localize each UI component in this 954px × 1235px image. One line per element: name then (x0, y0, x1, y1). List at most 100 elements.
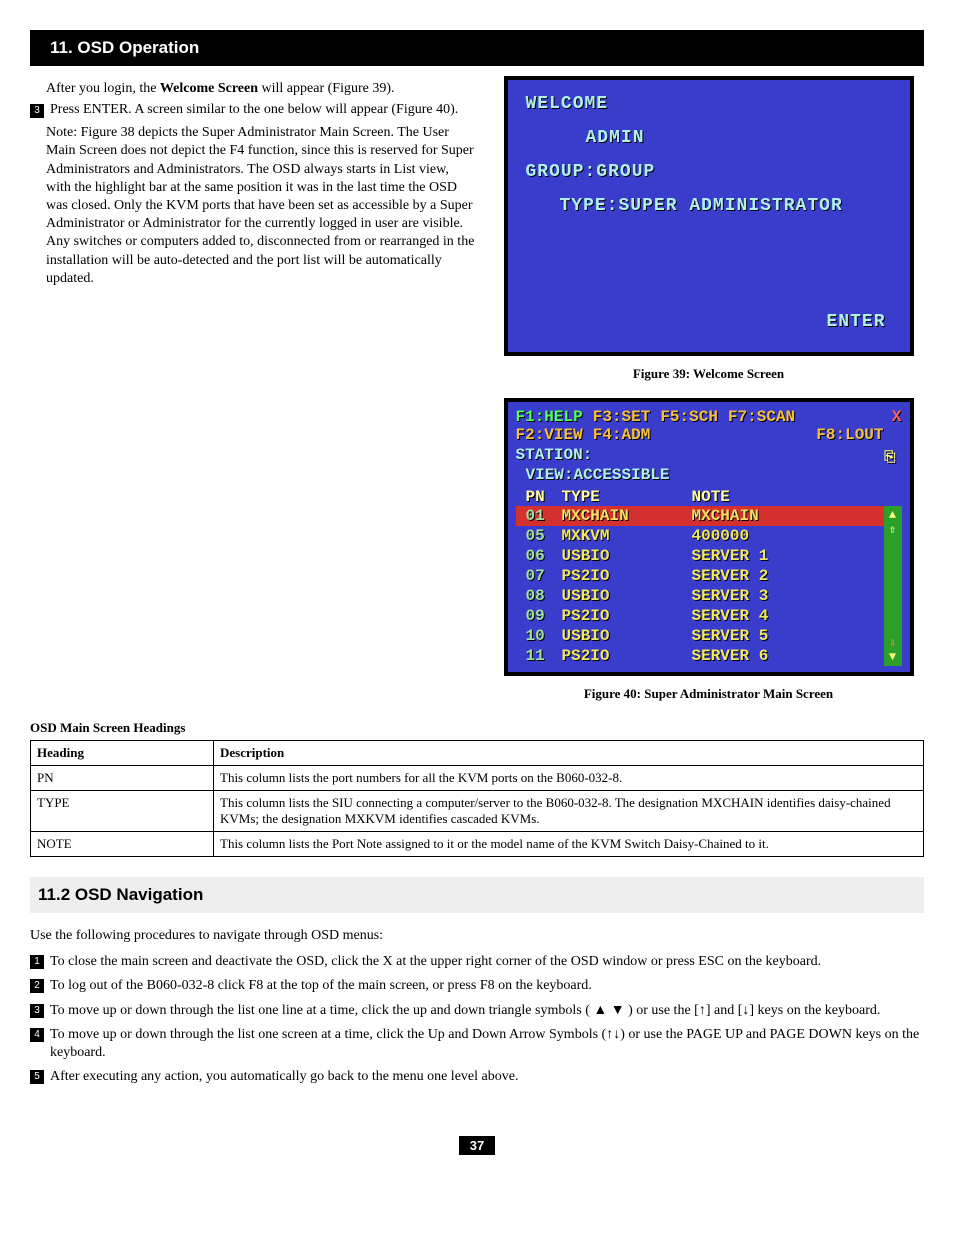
nav-intro: Use the following procedures to navigate… (30, 927, 924, 945)
port-number: 11 (516, 647, 562, 665)
heading-cell: PN (31, 766, 214, 791)
nav-step-text: To move up or down through the list one … (50, 1026, 924, 1062)
heading-cell: NOTE (31, 832, 214, 857)
nav-step: 4 To move up or down through the list one… (30, 1026, 924, 1062)
port-note: SERVER 1 (692, 547, 884, 565)
port-note: SERVER 5 (692, 627, 884, 645)
intro-before: After you login, the (46, 81, 160, 96)
figure-40-caption: Figure 40: Super Administrator Main Scre… (584, 686, 833, 702)
port-type: MXKVM (562, 527, 692, 545)
f8-lout[interactable]: F8:LOUT (816, 426, 883, 444)
hdr-type: TYPE (562, 488, 692, 506)
nav-step: 1 To close the main screen and deactivate… (30, 953, 924, 971)
f2-view[interactable]: F2:VIEW (516, 426, 583, 444)
step-number-icon: 1 (30, 955, 44, 969)
subsection-header: 11.2 OSD Navigation (30, 877, 924, 913)
step-3: 3 Press ENTER. A screen similar to the o… (30, 102, 477, 118)
table-row: TYPEThis column lists the SIU connecting… (31, 791, 924, 832)
port-type: USBIO (562, 627, 692, 645)
logout-icon[interactable]: ⎘ (884, 450, 895, 466)
step-number-icon: 3 (30, 104, 44, 118)
nav-step: 5 After executing any action, you automat… (30, 1068, 924, 1086)
port-number: 06 (516, 547, 562, 565)
osd-port-row[interactable]: 05MXKVM400000 (516, 526, 884, 546)
step-3-text: Press ENTER. A screen similar to the one… (50, 102, 458, 118)
port-note: SERVER 4 (692, 607, 884, 625)
osd-port-row[interactable]: 08USBIOSERVER 3 (516, 586, 884, 606)
port-note: MXCHAIN (692, 507, 884, 525)
intro-after: will appear (Figure 39). (258, 81, 394, 96)
osd-station-line: STATION: (516, 446, 902, 464)
nav-step-text: To close the main screen and deactivate … (50, 953, 821, 971)
port-number: 08 (516, 587, 562, 605)
port-note: SERVER 6 (692, 647, 884, 665)
table-row: PNThis column lists the port numbers for… (31, 766, 924, 791)
close-icon[interactable]: X (892, 408, 902, 426)
scroll-up-icon[interactable]: ▲ (889, 508, 896, 522)
heading-cell: TYPE (31, 791, 214, 832)
scroll-down-arrow-icon[interactable]: ⇩ (889, 636, 896, 650)
osd-port-row[interactable]: 06USBIOSERVER 1 (516, 546, 884, 566)
description-cell: This column lists the Port Note assigned… (214, 832, 924, 857)
step-number-icon: 5 (30, 1070, 44, 1084)
nav-step-text: To log out of the B060-032-8 click F8 at… (50, 977, 592, 995)
page-number: 37 (459, 1136, 495, 1155)
osd-enter-button[interactable]: ENTER (826, 312, 885, 332)
step-number-icon: 2 (30, 979, 44, 993)
port-type: PS2IO (562, 567, 692, 585)
f3-set[interactable]: F3:SET (593, 408, 651, 426)
port-type: USBIO (562, 587, 692, 605)
osd-welcome-group: GROUP:GROUP (526, 162, 892, 182)
headings-title: OSD Main Screen Headings (30, 720, 924, 736)
scroll-up-arrow-icon[interactable]: ⇧ (889, 522, 896, 537)
port-note: SERVER 2 (692, 567, 884, 585)
port-number: 05 (516, 527, 562, 545)
scroll-down-icon[interactable]: ▼ (889, 650, 896, 664)
intro-bold: Welcome Screen (160, 81, 258, 96)
nav-step: 2 To log out of the B060-032-8 click F8 a… (30, 977, 924, 995)
f7-scan[interactable]: F7:SCAN (728, 408, 795, 426)
port-number: 07 (516, 567, 562, 585)
note-block: Note: Figure 38 depicts the Super Admini… (46, 124, 477, 288)
port-type: PS2IO (562, 607, 692, 625)
f4-adm[interactable]: F4:ADM (593, 426, 651, 444)
f1-help[interactable]: F1:HELP (516, 408, 583, 426)
intro-line: After you login, the Welcome Screen will… (46, 80, 477, 98)
description-cell: This column lists the port numbers for a… (214, 766, 924, 791)
port-number: 09 (516, 607, 562, 625)
nav-step-text: To move up or down through the list one … (50, 1002, 880, 1020)
description-cell: This column lists the SIU connecting a c… (214, 791, 924, 832)
osd-port-row[interactable]: 01MXCHAINMXCHAIN (516, 506, 884, 526)
osd-welcome-user: ADMIN (526, 128, 892, 148)
osd-port-row[interactable]: 11PS2IOSERVER 6 (516, 646, 884, 666)
osd-port-row[interactable]: 07PS2IOSERVER 2 (516, 566, 884, 586)
step-number-icon: 3 (30, 1004, 44, 1018)
port-number: 10 (516, 627, 562, 645)
th-heading: Heading (31, 741, 214, 766)
hdr-note: NOTE (692, 488, 902, 506)
osd-scrollbar[interactable]: ▲ ⇧ ⇩ ▼ (884, 506, 902, 666)
step-number-icon: 4 (30, 1028, 44, 1042)
hdr-pn: PN (516, 488, 562, 506)
port-type: PS2IO (562, 647, 692, 665)
nav-step: 3 To move up or down through the list one… (30, 1002, 924, 1020)
section-header: 11. OSD Operation (30, 30, 924, 66)
port-type: USBIO (562, 547, 692, 565)
osd-port-row[interactable]: 09PS2IOSERVER 4 (516, 606, 884, 626)
th-description: Description (214, 741, 924, 766)
port-note: SERVER 3 (692, 587, 884, 605)
f5-sch[interactable]: F5:SCH (660, 408, 718, 426)
osd-port-row[interactable]: 10USBIOSERVER 5 (516, 626, 884, 646)
osd-welcome-screen: WELCOME ADMIN GROUP:GROUP TYPE:SUPER ADM… (504, 76, 914, 356)
osd-column-headers: PN TYPE NOTE (516, 488, 902, 506)
osd-view-line: VIEW:ACCESSIBLE (516, 466, 902, 484)
port-type: MXCHAIN (562, 507, 692, 525)
osd-welcome-title: WELCOME (526, 94, 892, 114)
table-row: NOTEThis column lists the Port Note assi… (31, 832, 924, 857)
osd-welcome-type: TYPE:SUPER ADMINISTRATOR (526, 196, 892, 216)
nav-step-text: After executing any action, you automati… (50, 1068, 518, 1086)
headings-table: Heading Description PNThis column lists … (30, 740, 924, 857)
osd-main-screen: F1:HELP F3:SET F5:SCH F7:SCAN X F2:VIEW … (504, 398, 914, 676)
port-number: 01 (516, 507, 562, 525)
port-note: 400000 (692, 527, 884, 545)
